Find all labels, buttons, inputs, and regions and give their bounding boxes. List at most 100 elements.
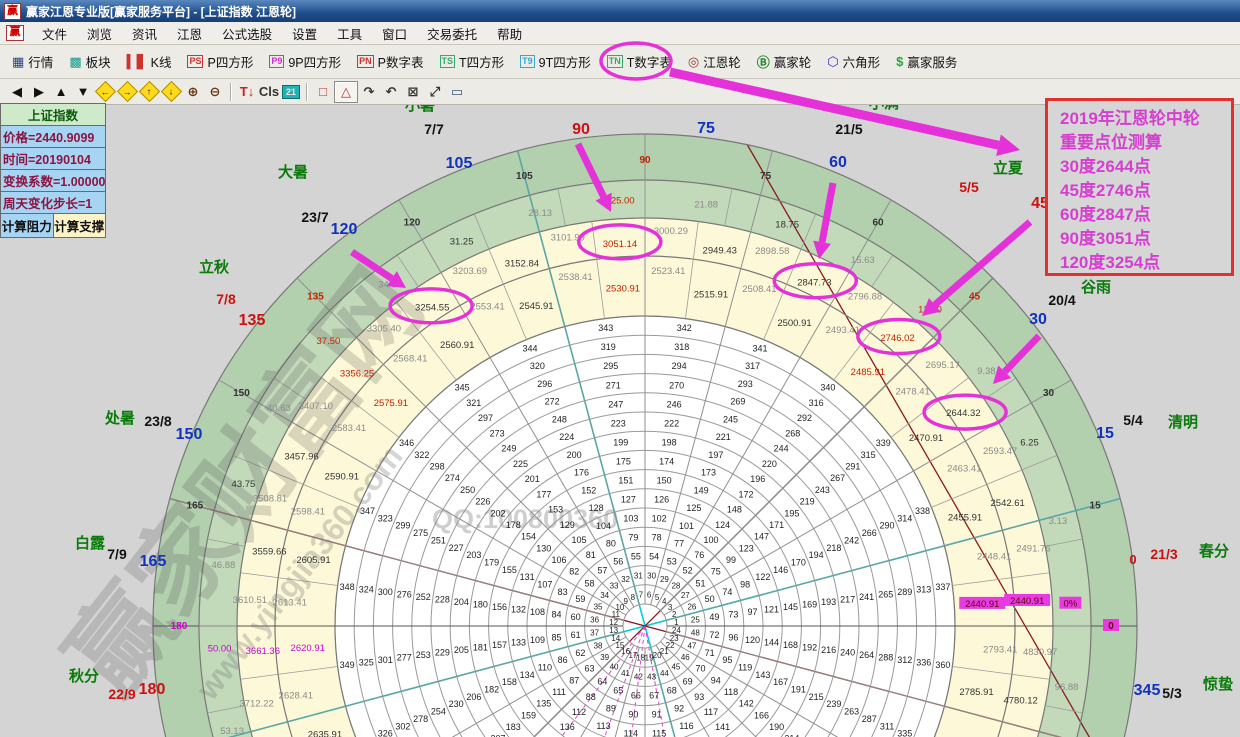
svg-text:7/7: 7/7 — [424, 121, 444, 137]
svg-text:114: 114 — [624, 728, 638, 737]
svg-text:6.25: 6.25 — [1020, 438, 1039, 449]
svg-text:135: 135 — [536, 699, 551, 709]
up-button[interactable]: ▲ — [50, 82, 72, 102]
square-tool-button[interactable]: □ — [312, 82, 334, 102]
zoom-in-button[interactable]: ⊕ — [182, 82, 204, 102]
calc-support-button[interactable]: 计算支撑 — [53, 214, 107, 238]
svg-text:2491.76: 2491.76 — [1016, 544, 1050, 555]
svg-text:2598.41: 2598.41 — [291, 507, 325, 518]
svg-text:239: 239 — [826, 699, 841, 709]
svg-text:51: 51 — [696, 578, 706, 588]
menu-item[interactable]: 帮助 — [487, 26, 532, 44]
svg-text:135: 135 — [307, 291, 324, 302]
gann-wheel-button[interactable]: ◎江恩轮 — [680, 49, 749, 74]
svg-text:2508.41: 2508.41 — [742, 284, 776, 295]
menu-item[interactable]: 江恩 — [167, 26, 212, 44]
sectors-button[interactable]: ▩板块 — [61, 49, 118, 74]
shift-up-button[interactable]: ↑ — [138, 82, 160, 102]
svg-text:115: 115 — [652, 728, 666, 737]
hexagon-button[interactable]: ⬡六角形 — [819, 49, 888, 74]
down-button[interactable]: ▼ — [72, 82, 94, 102]
svg-text:144: 144 — [764, 638, 779, 648]
svg-text:4830.97: 4830.97 — [1023, 647, 1057, 658]
svg-text:175: 175 — [616, 456, 631, 466]
toolbar-button-label: T四方形 — [459, 52, 504, 71]
range-button[interactable]: T↓ — [236, 82, 258, 102]
svg-text:243: 243 — [815, 485, 830, 495]
svg-text:136: 136 — [560, 722, 575, 732]
svg-text:126: 126 — [654, 494, 669, 504]
menu-item[interactable]: 浏览 — [77, 26, 122, 44]
next-button[interactable]: ▶ — [28, 82, 50, 102]
svg-text:95: 95 — [722, 655, 732, 665]
svg-text:335: 335 — [897, 729, 912, 737]
calendar-button[interactable]: 21 — [280, 82, 302, 102]
diamond-arrow-icon: → — [116, 81, 137, 102]
svg-text:156: 156 — [492, 602, 507, 612]
menu-item[interactable]: 工具 — [327, 26, 372, 44]
menu-item[interactable]: 文件 — [32, 26, 77, 44]
svg-text:157: 157 — [492, 640, 507, 650]
svg-text:299: 299 — [395, 521, 410, 531]
delete-box-button[interactable]: ⊠ — [402, 82, 424, 102]
svg-text:30: 30 — [647, 572, 656, 581]
calc-resistance-button[interactable]: 计算阻力 — [0, 214, 53, 238]
svg-text:219: 219 — [800, 497, 815, 507]
rotate-cw-button[interactable]: ↷ — [358, 82, 380, 102]
svg-text:182: 182 — [484, 685, 499, 695]
t-table-button[interactable]: TNT数字表 — [599, 49, 680, 74]
svg-text:42: 42 — [634, 672, 643, 681]
shift-right-button[interactable]: → — [116, 82, 138, 102]
shift-left-button[interactable]: ← — [94, 82, 116, 102]
svg-text:289: 289 — [897, 587, 912, 597]
screen-button[interactable]: ▭ — [446, 82, 468, 102]
menu-item[interactable]: 设置 — [282, 26, 327, 44]
menu-item[interactable]: 交易委托 — [417, 26, 487, 44]
svg-text:152: 152 — [581, 485, 596, 495]
winner-wheel-button[interactable]: Ⓑ赢家轮 — [749, 49, 820, 74]
svg-text:107: 107 — [537, 580, 552, 590]
svg-text:167: 167 — [773, 677, 788, 687]
svg-text:143: 143 — [755, 670, 770, 680]
p-square-button[interactable]: PSP四方形 — [179, 49, 261, 74]
svg-text:302: 302 — [395, 721, 410, 731]
fit-button[interactable]: ⤢ — [424, 82, 446, 102]
svg-text:271: 271 — [606, 380, 621, 390]
svg-text:122: 122 — [755, 572, 770, 582]
svg-text:165: 165 — [140, 553, 167, 570]
svg-text:246: 246 — [667, 399, 682, 409]
triangle-tool-button[interactable]: △ — [334, 81, 358, 103]
svg-text:349: 349 — [340, 660, 355, 670]
shift-down-button[interactable]: ↓ — [160, 82, 182, 102]
rotate-ccw-button[interactable]: ↶ — [380, 82, 402, 102]
svg-text:2847.73: 2847.73 — [797, 277, 831, 288]
9p-square-button[interactable]: P99P四方形 — [261, 49, 349, 74]
svg-text:337: 337 — [935, 582, 950, 592]
zoom-out-button[interactable]: ⊖ — [204, 82, 226, 102]
svg-text:200: 200 — [567, 450, 582, 460]
menu-item[interactable]: 资讯 — [122, 26, 167, 44]
kline-button[interactable]: ▍▋K线 — [119, 49, 180, 74]
svg-text:2515.91: 2515.91 — [694, 289, 728, 300]
ts-badge-icon: TS — [440, 55, 456, 68]
t-square-button[interactable]: TST四方形 — [432, 49, 513, 74]
svg-text:147: 147 — [754, 532, 769, 542]
svg-text:47: 47 — [687, 641, 696, 650]
pn-badge-icon: PN — [357, 55, 374, 68]
svg-text:2575.91: 2575.91 — [374, 398, 408, 409]
9t-square-button[interactable]: T99T四方形 — [512, 49, 599, 74]
menu-item[interactable]: 窗口 — [372, 26, 417, 44]
svg-text:196: 196 — [750, 474, 765, 484]
menu-item[interactable]: 公式选股 — [212, 26, 282, 44]
svg-text:198: 198 — [662, 437, 677, 447]
quotes-button[interactable]: ▦行情 — [4, 49, 61, 74]
svg-text:89: 89 — [606, 703, 616, 713]
svg-text:2493.41: 2493.41 — [826, 325, 860, 336]
svg-text:36: 36 — [590, 615, 599, 624]
winner-service-button[interactable]: $赢家服务 — [888, 49, 965, 74]
prev-button[interactable]: ◀ — [6, 82, 28, 102]
svg-text:318: 318 — [674, 342, 689, 352]
svg-text:2620.91: 2620.91 — [291, 643, 325, 654]
p-table-button[interactable]: PNP数字表 — [349, 49, 431, 74]
cls-button[interactable]: Cls — [258, 82, 280, 102]
